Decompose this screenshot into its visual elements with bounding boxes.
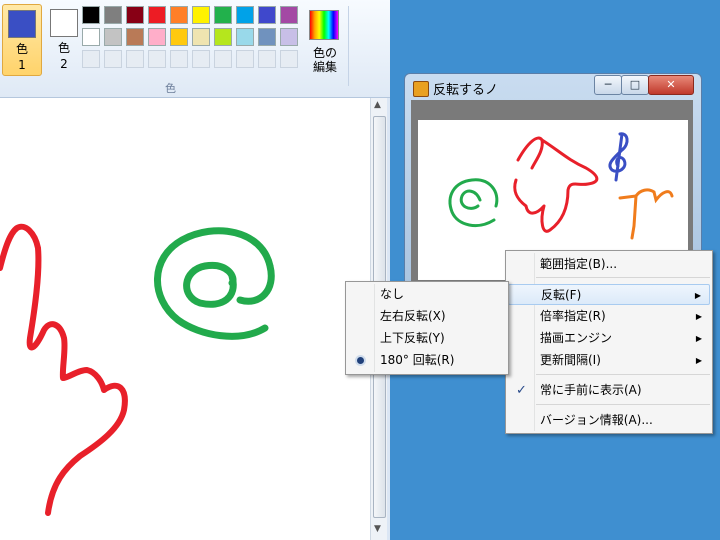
menu-item-engine[interactable]: 描画エンジン ▶ bbox=[508, 328, 710, 349]
submenu-arrow-icon: ▶ bbox=[694, 291, 701, 300]
palette-swatch[interactable] bbox=[126, 28, 144, 46]
palette-swatch[interactable] bbox=[148, 6, 166, 24]
mirror-green-at bbox=[448, 178, 499, 228]
palette-swatch[interactable] bbox=[148, 28, 166, 46]
menu-item-zoom[interactable]: 倍率指定(R) ▶ bbox=[508, 306, 710, 327]
palette-swatch[interactable] bbox=[258, 6, 276, 24]
palette-swatch[interactable] bbox=[214, 28, 232, 46]
submenu-item-vertical[interactable]: 上下反転(Y) bbox=[348, 328, 506, 349]
palette-swatch[interactable] bbox=[170, 6, 188, 24]
flip-submenu: なし 左右反転(X) 上下反転(Y) 180° 回転(R) bbox=[345, 281, 509, 375]
custom-color-slot[interactable] bbox=[214, 50, 232, 68]
drawing-canvas[interactable] bbox=[0, 98, 370, 540]
colors-group-label: 色 bbox=[165, 82, 176, 95]
custom-color-slot[interactable] bbox=[192, 50, 210, 68]
color2-label: 色 bbox=[57, 41, 70, 55]
edit-colors-button[interactable]: 色の 編集 bbox=[305, 6, 345, 76]
submenu-arrow-icon: ▶ bbox=[695, 312, 702, 321]
submenu-item-horizontal[interactable]: 左右反転(X) bbox=[348, 306, 506, 327]
palette-swatch[interactable] bbox=[82, 28, 100, 46]
ribbon-separator bbox=[348, 6, 349, 86]
edit-colors-label-2: 編集 bbox=[312, 60, 337, 74]
custom-color-slot[interactable] bbox=[82, 50, 100, 68]
menu-item-version[interactable]: バージョン情報(A)... bbox=[508, 410, 710, 431]
green-at-stroke bbox=[154, 227, 275, 340]
scroll-up-icon[interactable]: ▲ bbox=[374, 100, 381, 110]
palette-swatch[interactable] bbox=[192, 6, 210, 24]
custom-color-slot[interactable] bbox=[280, 50, 298, 68]
mirror-blue-clef bbox=[608, 132, 629, 182]
minimize-button[interactable]: ─ bbox=[594, 75, 622, 95]
mirror-red-hand bbox=[513, 136, 599, 233]
palette-swatch[interactable] bbox=[82, 6, 100, 24]
mirror-orange-note bbox=[618, 188, 674, 240]
radio-bullet-icon bbox=[357, 357, 364, 364]
palette-swatch[interactable] bbox=[170, 28, 188, 46]
custom-color-slot[interactable] bbox=[170, 50, 188, 68]
custom-color-slot[interactable] bbox=[258, 50, 276, 68]
edit-colors-label-1: 色の bbox=[312, 46, 337, 60]
color2-button[interactable]: 色 2 bbox=[45, 4, 83, 74]
app-icon bbox=[413, 81, 429, 97]
menu-item-interval[interactable]: 更新間隔(I) ▶ bbox=[508, 350, 710, 371]
palette-swatch[interactable] bbox=[192, 28, 210, 46]
context-menu: 範囲指定(B)... 反転(F) ▶ 倍率指定(R) ▶ 描画エンジン ▶ 更新… bbox=[505, 250, 713, 434]
palette-swatch[interactable] bbox=[236, 28, 254, 46]
menu-item-always-on-top[interactable]: ✓ 常に手前に表示(A) bbox=[508, 380, 710, 401]
submenu-arrow-icon: ▶ bbox=[695, 334, 702, 343]
color2-swatch bbox=[50, 9, 78, 37]
color1-button[interactable]: 色 1 bbox=[2, 4, 42, 76]
submenu-arrow-icon: ▶ bbox=[695, 356, 702, 365]
paint-window: 色 1 色 2 色の 編集 色 ▲ ▼ bbox=[0, 0, 390, 540]
rainbow-icon bbox=[309, 10, 339, 40]
custom-color-slot[interactable] bbox=[148, 50, 166, 68]
palette-swatch[interactable] bbox=[258, 28, 276, 46]
palette-swatch[interactable] bbox=[236, 6, 254, 24]
submenu-item-rotate-180[interactable]: 180° 回転(R) bbox=[348, 350, 506, 371]
menu-item-flip[interactable]: 反転(F) ▶ bbox=[508, 284, 710, 305]
custom-color-slot[interactable] bbox=[126, 50, 144, 68]
palette-swatch[interactable] bbox=[280, 28, 298, 46]
palette-swatch[interactable] bbox=[104, 6, 122, 24]
submenu-item-none[interactable]: なし bbox=[348, 284, 506, 305]
palette-swatch[interactable] bbox=[126, 6, 144, 24]
custom-color-slot[interactable] bbox=[236, 50, 254, 68]
checkmark-icon: ✓ bbox=[516, 383, 527, 398]
palette-swatch[interactable] bbox=[104, 28, 122, 46]
red-hand-stroke bbox=[0, 223, 128, 516]
palette-swatch[interactable] bbox=[214, 6, 232, 24]
ribbon: 色 1 色 2 色の 編集 色 bbox=[0, 0, 390, 98]
window-title: 反転するノ bbox=[433, 83, 499, 98]
scroll-down-icon[interactable]: ▼ bbox=[374, 524, 381, 534]
color1-label: 色 bbox=[15, 42, 28, 56]
menu-item-range[interactable]: 範囲指定(B)... bbox=[508, 254, 710, 275]
palette-swatch[interactable] bbox=[280, 6, 298, 24]
custom-color-slot[interactable] bbox=[104, 50, 122, 68]
close-button[interactable]: ✕ bbox=[648, 75, 694, 95]
color2-number: 2 bbox=[60, 57, 68, 71]
color1-swatch bbox=[8, 10, 36, 38]
canvas-drawing bbox=[0, 223, 275, 516]
color1-number: 1 bbox=[18, 58, 26, 72]
maximize-button[interactable]: □ bbox=[621, 75, 649, 95]
